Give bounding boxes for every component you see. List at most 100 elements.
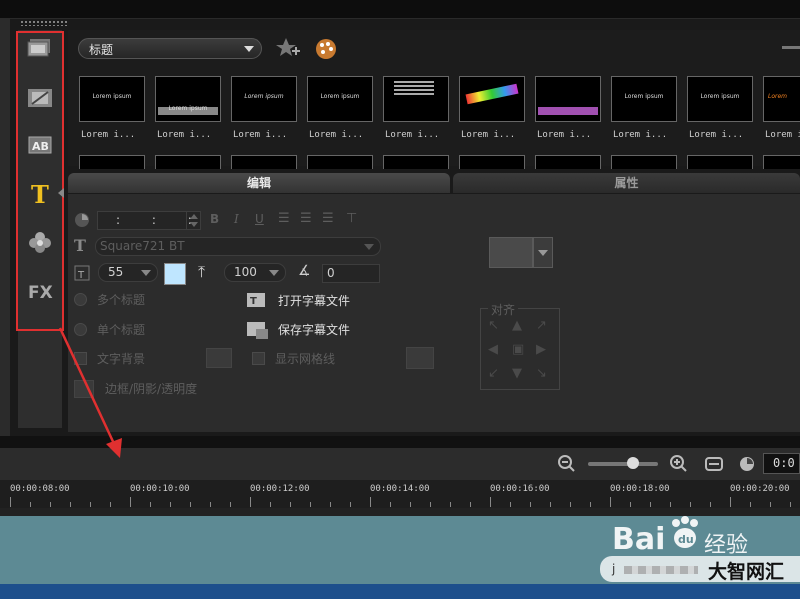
ruler-tick-mark <box>570 502 571 507</box>
panel-grip[interactable] <box>20 20 68 26</box>
ruler-tick-mark <box>30 502 31 507</box>
thumbnail-label: Lorem i... <box>613 130 668 140</box>
ruler-tick-label: 00:00:08:00 <box>10 484 70 494</box>
chevron-down-icon <box>269 270 279 276</box>
zoom-slider[interactable] <box>782 46 800 49</box>
title-thumbnail[interactable]: Lorem <box>763 76 800 122</box>
ruler-tick-mark <box>450 502 451 507</box>
align-left-icon[interactable]: ☰ <box>278 211 290 226</box>
title-thumbnail[interactable] <box>763 155 800 169</box>
align-top-icon[interactable]: ▲ <box>512 318 522 333</box>
italic-icon[interactable]: I <box>234 212 239 226</box>
title-thumbnail[interactable]: Lorem ipsum <box>79 76 145 122</box>
line-spacing-dropdown[interactable]: 100 <box>224 263 286 282</box>
duration-stepper[interactable] <box>186 211 201 230</box>
ruler-tick-mark <box>310 502 311 507</box>
save-subtitle-button[interactable]: 保存字幕文件 <box>278 321 350 338</box>
font-size-icon: T <box>74 265 90 285</box>
title-thumbnail[interactable] <box>687 155 753 169</box>
blurred-text <box>624 566 698 574</box>
ruler-tick-mark <box>130 497 131 507</box>
timecode-display[interactable]: 0:0 <box>763 453 800 474</box>
align-top-left-icon[interactable]: ↖ <box>488 318 499 333</box>
zoom-in-icon[interactable] <box>670 455 688 477</box>
title-thumbnail[interactable] <box>307 155 373 169</box>
fit-project-icon[interactable] <box>705 456 723 476</box>
open-subtitle-button[interactable]: 打开字幕文件 <box>278 292 350 309</box>
category-dropdown[interactable]: 标题 <box>78 38 262 59</box>
title-thumbnail[interactable] <box>383 76 449 122</box>
font-t-icon: T <box>74 236 86 255</box>
duration-icon <box>74 212 90 232</box>
bold-icon[interactable]: B <box>210 212 219 226</box>
align-right-icon[interactable]: ☰ <box>322 211 334 226</box>
ruler-tick-mark <box>690 502 691 507</box>
text-bg-settings-icon[interactable] <box>206 348 232 368</box>
zoom-out-icon[interactable] <box>558 455 576 477</box>
angle-icon: ∡ <box>298 263 311 279</box>
tab-properties[interactable]: 属性 <box>453 173 800 193</box>
tab-edit[interactable]: 编辑 <box>68 173 450 193</box>
thumbnail-label: Lorem i... <box>461 130 516 140</box>
title-thumbnail[interactable] <box>535 76 601 122</box>
preset-dropdown[interactable] <box>533 237 553 268</box>
collapse-arrow-icon[interactable] <box>58 188 64 198</box>
ruler-tick-mark <box>190 502 191 507</box>
ruler-tick-mark <box>470 502 471 507</box>
title-thumbnail[interactable] <box>459 76 525 122</box>
thumbnail-preview-text: Lorem ipsum <box>92 93 132 100</box>
show-grid-checkbox[interactable] <box>252 352 265 365</box>
palette-button[interactable] <box>314 37 338 65</box>
grid-settings-icon[interactable] <box>406 347 434 369</box>
thumbnail-label: Lorem i... <box>385 130 440 140</box>
title-thumbnail[interactable]: Lorem ipsum <box>231 76 297 122</box>
title-thumbnail[interactable] <box>611 155 677 169</box>
align-right-icon[interactable]: ▶ <box>536 342 546 357</box>
ruler-tick-label: 00:00:18:00 <box>610 484 670 494</box>
status-bar <box>0 584 800 599</box>
top-strip <box>0 0 800 19</box>
font-color-swatch[interactable] <box>164 263 186 285</box>
open-subtitle-icon: T <box>246 291 270 315</box>
ruler-tick-mark <box>490 497 491 507</box>
align-bottom-left-icon[interactable]: ↙ <box>488 366 499 381</box>
ruler-tick-mark <box>670 502 671 507</box>
align-bottom-icon[interactable]: ▼ <box>512 366 522 381</box>
font-dropdown[interactable]: Square721 BT <box>95 237 381 256</box>
timeline-zoom-slider[interactable] <box>588 462 658 466</box>
preset-swatch[interactable] <box>489 237 533 268</box>
ruler-tick-mark <box>270 502 271 507</box>
title-thumbnail[interactable] <box>459 155 525 169</box>
zoom-slider-handle[interactable] <box>627 457 639 469</box>
angle-input[interactable]: 0 <box>322 264 380 283</box>
align-center-icon[interactable]: ▣ <box>512 342 524 357</box>
thumbnail-preview-text: Lorem ipsum <box>168 105 208 112</box>
ruler-tick-mark <box>10 497 11 507</box>
align-top-right-icon[interactable]: ↗ <box>536 318 547 333</box>
annotation-arrow-icon <box>58 327 122 458</box>
ruler-tick-mark <box>650 502 651 507</box>
title-thumbnail[interactable]: Lorem ipsum <box>687 76 753 122</box>
ruler-tick-mark <box>770 502 771 507</box>
category-value: 标题 <box>89 43 114 57</box>
title-thumbnail[interactable] <box>535 155 601 169</box>
svg-text:T: T <box>77 270 85 281</box>
add-title-button[interactable] <box>274 36 302 64</box>
text-direction-icon[interactable]: ⊤ <box>346 211 357 226</box>
align-bottom-right-icon[interactable]: ↘ <box>536 366 547 381</box>
ruler-tick-mark <box>250 497 251 507</box>
align-left-icon[interactable]: ◀ <box>488 342 498 357</box>
title-thumbnail[interactable]: Lorem ipsum <box>307 76 373 122</box>
title-thumbnail[interactable]: Lorem ipsum <box>611 76 677 122</box>
paw-icon: du <box>666 514 704 556</box>
title-thumbnail[interactable] <box>231 155 297 169</box>
title-thumbnail[interactable] <box>79 155 145 169</box>
title-thumbnail[interactable]: Lorem ipsum <box>155 76 221 122</box>
font-size-dropdown[interactable]: 55 <box>98 263 158 282</box>
title-thumbnail[interactable] <box>383 155 449 169</box>
align-center-icon[interactable]: ☰ <box>300 211 312 226</box>
title-thumbnail[interactable] <box>155 155 221 169</box>
multi-title-radio[interactable] <box>74 293 87 306</box>
ruler-tick-label: 00:00:12:00 <box>250 484 310 494</box>
underline-icon[interactable]: U <box>255 212 264 226</box>
